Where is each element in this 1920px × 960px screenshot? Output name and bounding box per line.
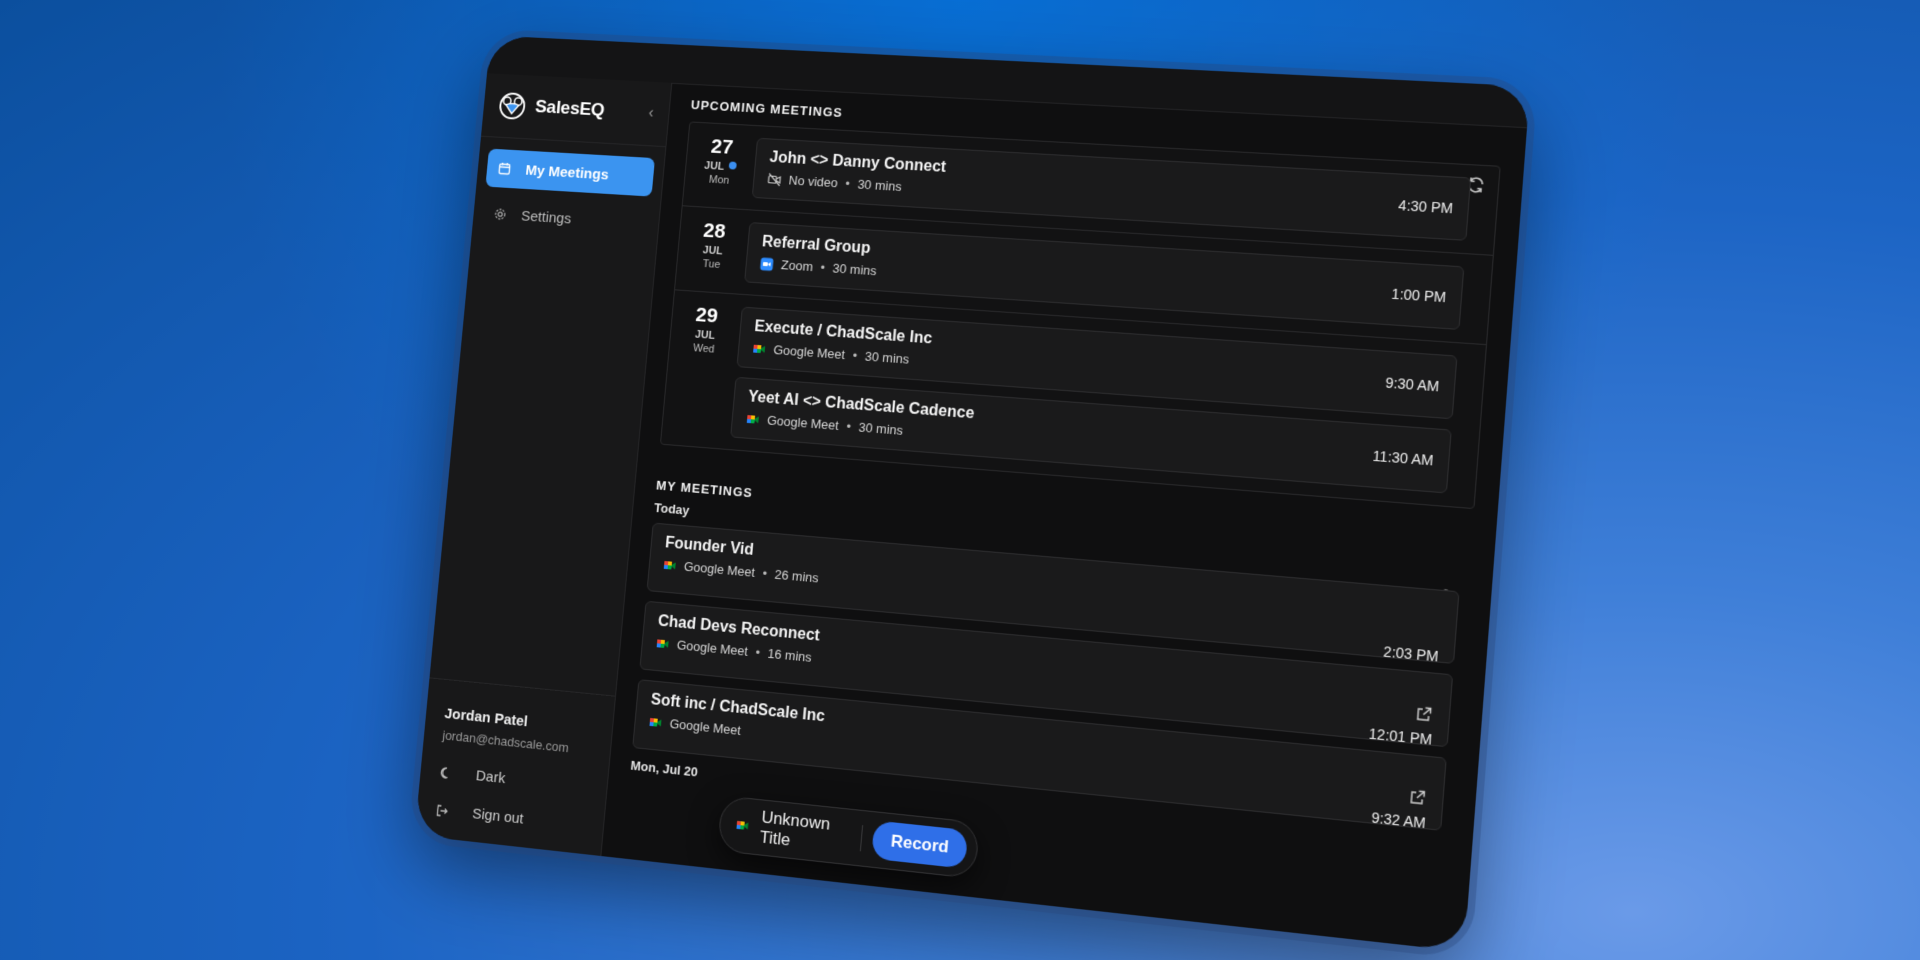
upcoming-meetings-panel: 27 JUL Mon John <> Danny Connect No vide…: [659, 121, 1501, 510]
sidebar-item-label: My Meetings: [524, 161, 610, 183]
date-day: 27: [710, 135, 735, 159]
meeting-time: 9:32 AM: [1370, 809, 1427, 832]
external-link-icon[interactable]: [1415, 706, 1432, 723]
meeting-platform: Google Meet: [669, 716, 742, 738]
meeting-platform: Google Meet: [676, 637, 749, 659]
meeting-time: 2:03 PM: [1382, 643, 1440, 665]
salesEQ-logo-icon: [497, 91, 527, 121]
meeting-duration: 16 mins: [766, 645, 813, 665]
meta-separator: •: [844, 176, 851, 191]
sidebar-item-my-meetings[interactable]: My Meetings: [485, 148, 656, 197]
external-link-icon[interactable]: [1409, 789, 1426, 806]
event-duration: 30 mins: [832, 260, 878, 279]
event-platform: No video: [788, 172, 839, 191]
event-platform: Zoom: [780, 257, 814, 275]
main-content: UPCOMING MEETINGS 27 JUL Mon John <> Dan…: [601, 83, 1527, 952]
theme-toggle[interactable]: Dark: [438, 764, 588, 796]
date-weekday: Tue: [702, 258, 721, 271]
date-day: 29: [694, 303, 719, 328]
event-time: 1:00 PM: [1390, 285, 1447, 306]
google-meet-icon: [753, 344, 766, 353]
google-meet-icon: [746, 414, 759, 423]
meeting-time: 12:01 PM: [1368, 725, 1433, 748]
sign-out-icon: [435, 803, 449, 818]
date-block: 29 JUL Wed: [662, 302, 742, 437]
record-button[interactable]: Record: [871, 820, 969, 869]
date-block: 28 JUL Tue: [676, 218, 749, 282]
google-meet-icon: [663, 560, 676, 570]
date-weekday: Mon: [708, 173, 730, 187]
event-duration: 30 mins: [864, 348, 910, 367]
gear-icon: [493, 207, 507, 221]
device-frame: SalesEQ ‹ My Meetings Settings Jordan Pa…: [414, 35, 1531, 952]
sidebar-item-settings[interactable]: Settings: [481, 194, 651, 243]
app-window: SalesEQ ‹ My Meetings Settings Jordan Pa…: [414, 73, 1528, 952]
meeting-duration: 26 mins: [774, 566, 820, 586]
meta-separator: •: [852, 347, 858, 363]
meta-separator: •: [754, 644, 761, 660]
collapse-sidebar-icon[interactable]: ‹: [648, 105, 654, 123]
event-duration: 30 mins: [858, 419, 904, 438]
meta-separator: •: [819, 259, 826, 275]
date-month-text: JUL: [703, 160, 725, 173]
event-time: 4:30 PM: [1397, 196, 1454, 217]
date-block: 27 JUL Mon: [684, 134, 757, 198]
calendar-icon: [498, 162, 512, 176]
event-duration: 30 mins: [856, 176, 903, 194]
google-meet-icon: [736, 820, 749, 830]
no-video-icon: [767, 172, 782, 186]
event-platform: Google Meet: [772, 342, 846, 363]
sidebar-nav: My Meetings Settings: [470, 137, 665, 263]
brand-header: SalesEQ ‹: [480, 73, 672, 148]
zoom-icon: [760, 256, 774, 271]
recorder-bar: Unknown Title Record: [717, 795, 980, 880]
user-panel: Jordan Patel jordan@chadscale.com Dark S…: [414, 677, 616, 856]
sidebar-item-label: Settings: [520, 207, 572, 227]
recorder-meeting-title: Unknown Title: [758, 807, 832, 850]
theme-label: Dark: [475, 767, 507, 788]
sign-out-label: Sign out: [471, 805, 525, 828]
app-name: SalesEQ: [534, 96, 606, 121]
meeting-platform: Google Meet: [683, 558, 756, 580]
google-meet-icon: [649, 717, 662, 727]
meta-separator: •: [845, 418, 852, 434]
moon-icon: [438, 765, 452, 780]
recorder-divider: [859, 825, 863, 852]
google-meet-icon: [656, 638, 669, 648]
date-weekday: Wed: [692, 342, 715, 356]
event-platform: Google Meet: [766, 412, 840, 433]
today-indicator: [728, 161, 737, 170]
sign-out-button[interactable]: Sign out: [435, 801, 585, 834]
date-day: 28: [702, 219, 727, 243]
meta-separator: •: [761, 565, 768, 581]
